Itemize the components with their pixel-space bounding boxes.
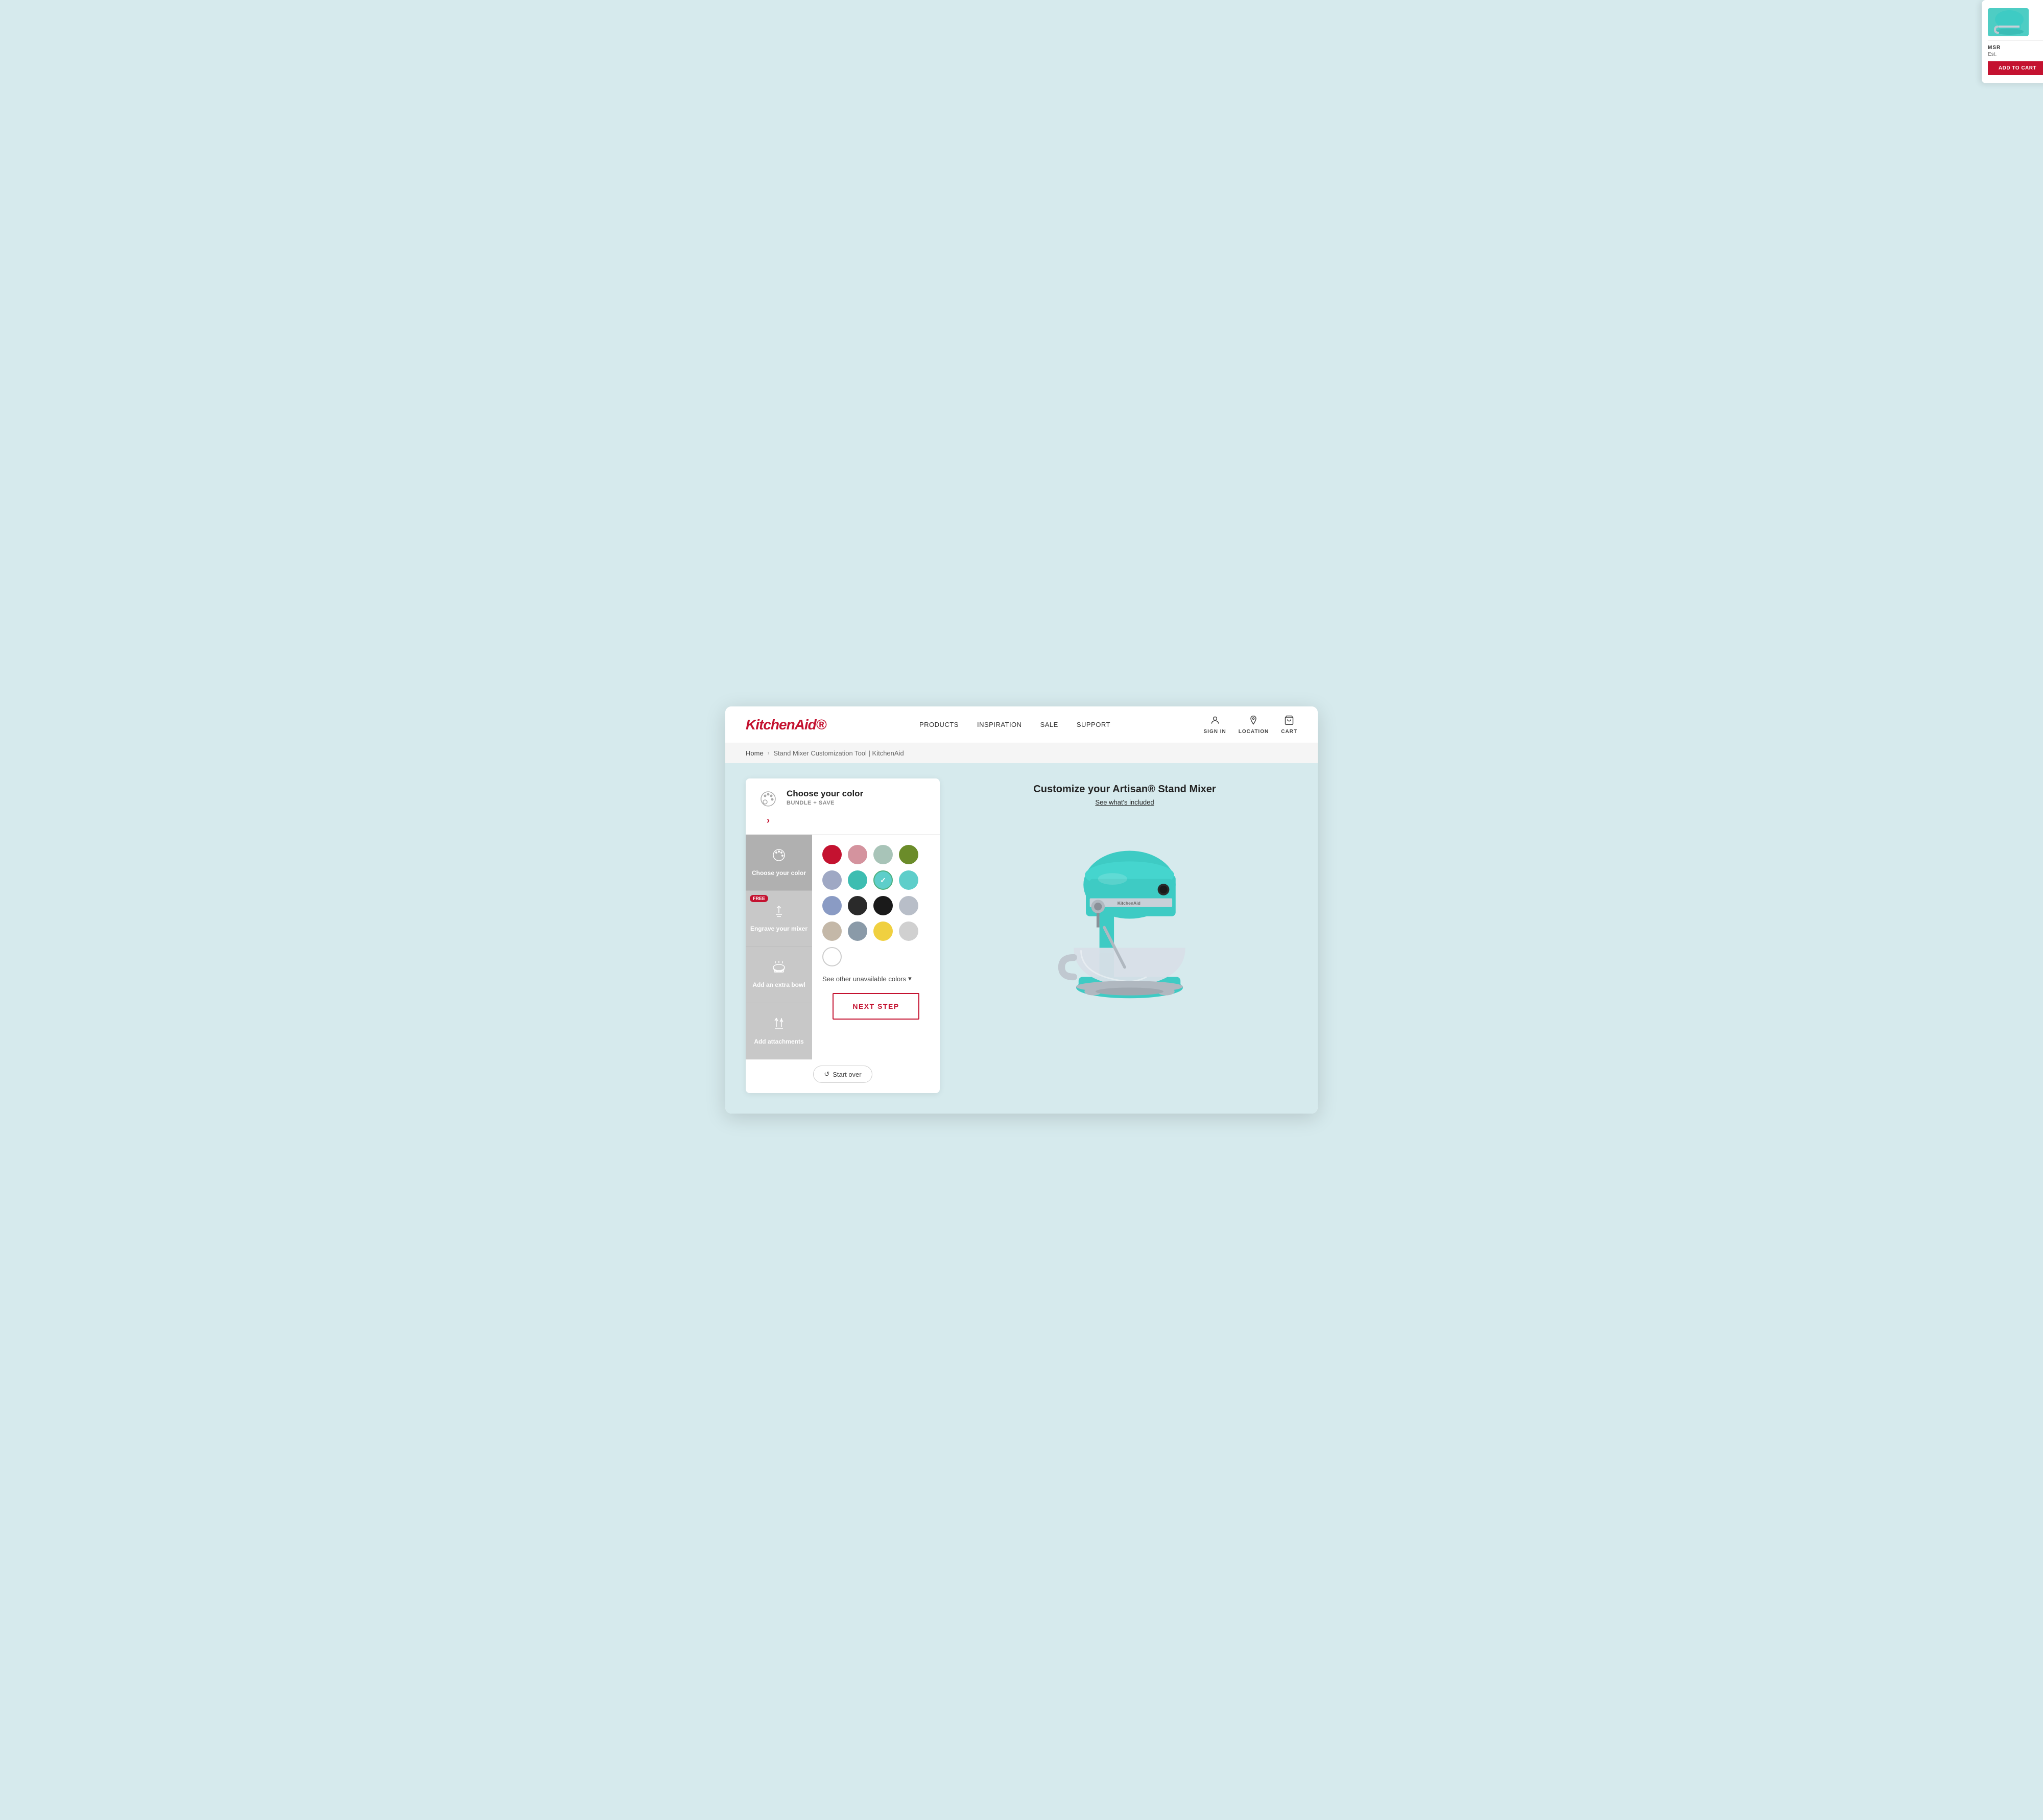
start-over-area: ↺ Start over: [746, 1059, 940, 1093]
color-swatch-periwinkle[interactable]: [822, 896, 842, 915]
color-grid: [822, 845, 930, 966]
nav-icons: SIGN IN LOCATION: [1204, 715, 1298, 735]
chevron-down-icon: ▾: [908, 975, 912, 983]
sidebar-bowl-label: Add an extra bowl: [752, 981, 805, 989]
see-included-link[interactable]: See what's included: [1095, 798, 1154, 806]
bowl-step-icon: [771, 960, 787, 977]
color-swatch-slate[interactable]: [848, 921, 867, 941]
mixer-title: Customize your Artisan® Stand Mixer: [1033, 784, 1216, 795]
header: KitchenAid® PRODUCTS INSPIRATION SALE SU…: [725, 706, 1318, 743]
nav-support[interactable]: SUPPORT: [1077, 721, 1110, 728]
step-icon-area: ›: [758, 789, 778, 826]
next-step-button[interactable]: NEXT STEP: [833, 993, 919, 1020]
step-header: › Choose your color BUNDLE + SAVE: [746, 778, 940, 835]
cart-icon: [1284, 715, 1294, 728]
color-swatch-lavender[interactable]: [822, 870, 842, 890]
sidebar-engrave-label: Engrave your mixer: [750, 925, 807, 933]
palette-icon: [758, 789, 778, 809]
color-grid-area: See other unavailable colors ▾ NEXT STEP: [812, 835, 940, 1059]
nav-products[interactable]: PRODUCTS: [919, 721, 959, 728]
color-swatch-black1[interactable]: [848, 896, 867, 915]
step-title: Choose your color: [787, 789, 928, 799]
step-subtitle: BUNDLE + SAVE: [787, 800, 928, 806]
nav-inspiration[interactable]: INSPIRATION: [977, 721, 1022, 728]
color-swatch-green[interactable]: [899, 845, 918, 864]
color-swatch-yellow[interactable]: [873, 921, 893, 941]
main-content: › Choose your color BUNDLE + SAVE: [725, 763, 1318, 1114]
location-icon: [1248, 715, 1258, 728]
location-label: LOCATION: [1239, 729, 1269, 735]
color-swatch-sage[interactable]: [873, 845, 893, 864]
nav-sale[interactable]: SALE: [1040, 721, 1058, 728]
cart-button[interactable]: CART: [1281, 715, 1297, 735]
sidebar-step-color[interactable]: Choose your color: [746, 835, 812, 891]
browser-window: KitchenAid® PRODUCTS INSPIRATION SALE SU…: [725, 706, 1318, 1114]
sign-in-button[interactable]: SIGN IN: [1204, 715, 1226, 735]
location-button[interactable]: LOCATION: [1239, 715, 1269, 735]
free-badge: Free: [750, 895, 768, 902]
step-title-area: Choose your color BUNDLE + SAVE: [787, 789, 928, 806]
sidebar-color-label: Choose your color: [752, 869, 806, 878]
breadcrumb: Home › Stand Mixer Customization Tool | …: [725, 743, 1318, 763]
breadcrumb-home[interactable]: Home: [746, 749, 764, 757]
palette-step-icon: [771, 847, 787, 865]
mixer-area: Customize your Artisan® Stand Mixer See …: [952, 778, 1297, 1031]
mixer-illustration: KitchenAid: [1012, 826, 1237, 1021]
color-swatch-teal[interactable]: [848, 870, 867, 890]
breadcrumb-separator: ›: [768, 750, 770, 757]
mixer-image-container: KitchenAid: [992, 816, 1257, 1031]
color-swatch-light-gray[interactable]: [899, 921, 918, 941]
configurator-panel: › Choose your color BUNDLE + SAVE: [746, 778, 940, 1093]
brand-logo[interactable]: KitchenAid®: [746, 717, 826, 733]
attachments-step-icon: [771, 1016, 787, 1034]
next-step-area: NEXT STEP: [822, 993, 930, 1030]
step-panel-body: Choose your color Free: [746, 835, 940, 1059]
sign-in-label: SIGN IN: [1204, 729, 1226, 735]
color-swatch-tan[interactable]: [822, 921, 842, 941]
main-nav: PRODUCTS INSPIRATION SALE SUPPORT: [919, 720, 1110, 729]
sidebar-attachments-label: Add attachments: [754, 1038, 803, 1046]
svg-text:KitchenAid: KitchenAid: [1118, 901, 1141, 906]
color-swatch-dusty-rose[interactable]: [848, 845, 867, 864]
color-swatch-black2[interactable]: [873, 896, 893, 915]
color-swatch-red[interactable]: [822, 845, 842, 864]
breadcrumb-current: Stand Mixer Customization Tool | Kitchen…: [773, 749, 904, 757]
user-icon: [1210, 715, 1220, 728]
sidebar-step-bowl[interactable]: Add an extra bowl: [746, 947, 812, 1003]
see-other-colors-button[interactable]: See other unavailable colors ▾: [822, 975, 930, 983]
cart-label: CART: [1281, 729, 1297, 735]
step-forward-arrow[interactable]: ›: [765, 815, 772, 826]
engrave-step-icon: [772, 904, 786, 921]
steps-sidebar: Choose your color Free: [746, 835, 812, 1059]
color-swatch-aqua[interactable]: [873, 870, 893, 890]
sidebar-step-engrave[interactable]: Free Engrave your mixer: [746, 891, 812, 947]
sidebar-step-attachments[interactable]: Add attachments: [746, 1003, 812, 1059]
start-over-button[interactable]: ↺ Start over: [813, 1066, 872, 1083]
color-swatch-white[interactable]: [822, 947, 842, 966]
refresh-icon: ↺: [824, 1070, 829, 1078]
color-swatch-aqua2[interactable]: [899, 870, 918, 890]
color-swatch-silver[interactable]: [899, 896, 918, 915]
